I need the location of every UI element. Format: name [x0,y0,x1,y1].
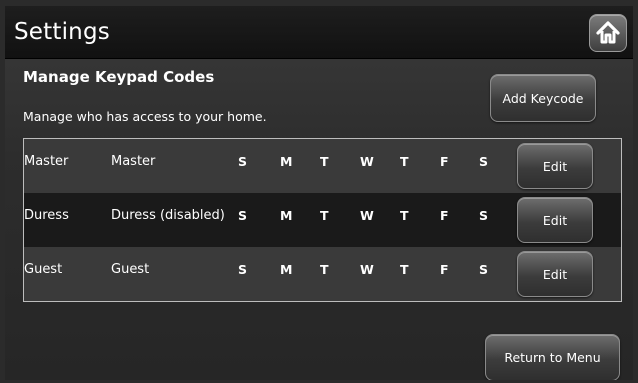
return-to-menu-button[interactable]: Return to Menu [485,334,620,380]
edit-button[interactable]: Edit [517,143,593,189]
day-sunday: S [238,262,248,277]
day-thursday: T [400,154,409,169]
day-tuesday: T [320,154,329,169]
code-type: Duress [24,208,69,223]
table-row: Guest Guest S M T W T F S Edit [24,247,621,301]
day-saturday: S [479,208,489,223]
day-monday: M [280,262,293,277]
page-title: Settings [14,19,110,45]
code-type: Master [24,154,69,169]
day-friday: F [440,262,449,277]
home-icon [596,21,620,44]
day-sunday: S [238,154,248,169]
day-thursday: T [400,262,409,277]
day-saturday: S [479,262,489,277]
day-tuesday: T [320,208,329,223]
keycode-table: Master Master S M T W T F S Edit Duress … [23,138,622,302]
day-wednesday: W [360,262,374,277]
header-bar: Settings [5,6,633,59]
edit-button[interactable]: Edit [517,197,593,243]
section-subtitle: Manage who has access to your home. [23,109,267,124]
add-keycode-button[interactable]: Add Keycode [490,74,596,122]
table-row: Master Master S M T W T F S Edit [24,139,621,193]
settings-screen: Settings Manage Keypad Codes Manage who … [5,6,633,380]
day-friday: F [440,208,449,223]
code-name: Duress (disabled) [111,208,225,223]
day-friday: F [440,154,449,169]
day-wednesday: W [360,208,374,223]
day-sunday: S [238,208,248,223]
day-saturday: S [479,154,489,169]
code-name: Guest [111,262,150,277]
code-name: Master [111,154,156,169]
edit-button[interactable]: Edit [517,251,593,297]
home-button[interactable] [589,14,627,52]
day-monday: M [280,154,293,169]
section-title: Manage Keypad Codes [23,68,215,86]
day-monday: M [280,208,293,223]
table-row: Duress Duress (disabled) S M T W T F S E… [24,193,621,247]
day-thursday: T [400,208,409,223]
code-type: Guest [24,262,63,277]
day-wednesday: W [360,154,374,169]
day-tuesday: T [320,262,329,277]
